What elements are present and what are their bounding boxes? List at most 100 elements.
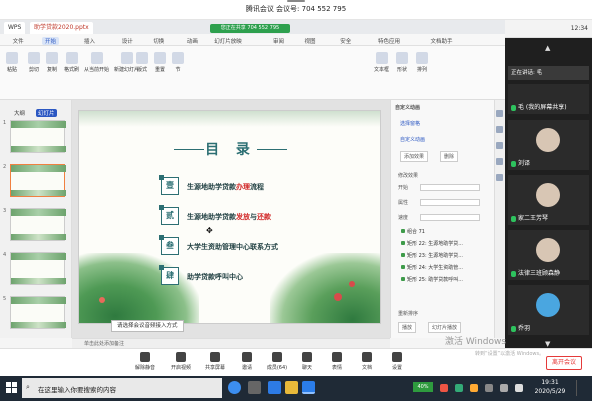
effect-icon xyxy=(401,241,405,245)
tencent-meeting-icon[interactable] xyxy=(302,381,315,394)
toolbar-settings-button[interactable]: 设置 xyxy=(382,352,412,371)
toolbar-camera-button[interactable]: 开启视频 xyxy=(166,352,196,371)
tab-document[interactable]: 助学贷款2020.pptx xyxy=(30,22,93,34)
ribbon-button-3[interactable]: 格式刷 xyxy=(64,52,79,73)
menu-8[interactable]: 视图 xyxy=(305,37,316,45)
animation-entry[interactable]: 矩形 23: 生源地助学贷... xyxy=(401,252,463,259)
collapse-up-icon[interactable]: ▲ xyxy=(545,44,550,52)
ribbon-button-4[interactable]: 从当前开始 xyxy=(84,52,109,73)
participant-tile[interactable]: 乔羽 xyxy=(508,285,589,335)
menu-0[interactable]: 文件 xyxy=(13,37,24,45)
toolbar-document-button[interactable]: 文档 xyxy=(352,352,382,371)
start-select[interactable] xyxy=(420,184,480,191)
participant-name-text: 家二王芳琴 xyxy=(518,215,549,222)
participant-name: 家二王芳琴 xyxy=(511,213,548,222)
remove-effect-button[interactable]: 删除 xyxy=(440,151,459,162)
ribbon-label: 文本框 xyxy=(374,67,390,73)
slide-thumbnail[interactable] xyxy=(10,164,66,197)
tray-app-icon[interactable] xyxy=(455,384,463,392)
network-icon[interactable] xyxy=(485,384,493,392)
ribbon-button-6[interactable]: 版式 xyxy=(136,52,148,73)
ribbon-button-8[interactable]: 节 xyxy=(172,52,184,73)
animation-entry[interactable]: 矩形 25: 助学贷款呼叫... xyxy=(401,276,463,283)
toolbar-invite-button[interactable]: 邀请 xyxy=(232,352,262,371)
participant-tile[interactable]: 毛 (我的屏幕共享) xyxy=(508,84,589,114)
edge-icon[interactable] xyxy=(268,381,281,394)
menu-2[interactable]: 插入 xyxy=(84,37,95,45)
tab-wps-home[interactable]: WPS xyxy=(4,22,26,34)
ribbon-button-10[interactable]: 形状 xyxy=(396,52,408,73)
volume-icon[interactable] xyxy=(500,384,508,392)
slide-thumbnail[interactable] xyxy=(10,120,66,153)
ime-icon[interactable] xyxy=(515,384,523,392)
toolbar-screen-share-button[interactable]: 共享屏幕 xyxy=(200,352,230,371)
play-button[interactable]: 播放 xyxy=(398,322,417,333)
help-icon[interactable] xyxy=(496,174,503,181)
menu-6[interactable]: 幻灯片放映 xyxy=(214,37,242,45)
task-view-icon[interactable] xyxy=(248,381,261,394)
slide-thumbnail[interactable] xyxy=(10,252,66,285)
clock-date: 2020/5/29 xyxy=(534,388,566,395)
taskbar-search[interactable]: ⌕ 在这里输入你要搜索的内容 xyxy=(22,378,222,398)
select-pane-link[interactable]: 选择窗格 xyxy=(400,120,420,127)
menu-9[interactable]: 安全 xyxy=(340,37,351,45)
taskbar-clock[interactable]: 19:31 2020/5/29 xyxy=(532,378,568,396)
notification-icon[interactable] xyxy=(576,380,586,396)
tab-outline[interactable]: 大纲 xyxy=(14,109,25,117)
toc-corner xyxy=(159,175,164,180)
star-icon[interactable] xyxy=(496,126,503,133)
menu-10[interactable]: 特色应用 xyxy=(378,37,400,45)
ribbon-label: 重置 xyxy=(154,67,165,73)
slide-thumbnail[interactable] xyxy=(10,208,66,241)
toc-text-part: 生源地助学贷款 xyxy=(187,213,236,221)
leave-meeting-button[interactable]: 离开会议 xyxy=(546,356,582,370)
battery-indicator[interactable]: 40% xyxy=(413,382,433,392)
file-explorer-icon[interactable] xyxy=(285,381,298,394)
tab-slides[interactable]: 幻灯片 xyxy=(36,109,57,117)
ribbon-label: 复制 xyxy=(46,67,57,73)
animation-entry[interactable]: 矩形 22: 生源地助学贷... xyxy=(401,240,463,247)
participant-tile[interactable]: 家二王芳琴 xyxy=(508,175,589,225)
thumb-number: 4 xyxy=(3,252,7,258)
menu-7[interactable]: 审阅 xyxy=(273,37,284,45)
toolbar-emoji-button[interactable]: 表情 xyxy=(322,352,352,371)
settings-icon[interactable] xyxy=(496,158,503,165)
tray-app-icon[interactable] xyxy=(440,384,448,392)
menu-11[interactable]: 文档助手 xyxy=(431,37,453,45)
speed-select[interactable] xyxy=(420,214,480,221)
slide-thumbnail[interactable] xyxy=(10,296,66,329)
participant-tile[interactable]: 法律三班顾森静 xyxy=(508,230,589,280)
participant-tile[interactable]: 刘译 xyxy=(508,120,589,170)
ribbon-button-1[interactable]: 剪切 xyxy=(28,52,40,73)
ribbon-button-2[interactable]: 复制 xyxy=(46,52,58,73)
property-select[interactable] xyxy=(420,199,480,206)
notes-area[interactable]: 单击此处添加备注 xyxy=(72,338,390,348)
menu-3[interactable]: 设计 xyxy=(122,37,133,45)
tray-app-icon[interactable] xyxy=(470,384,478,392)
toolbar-members-button[interactable]: 成员(64) xyxy=(262,352,292,371)
slide-canvas[interactable]: 目 录 壹生源地助学贷款办理流程贰生源地助学贷款发放与还款叁大学生资助管理中心联… xyxy=(78,110,381,324)
cortana-icon[interactable] xyxy=(228,381,241,394)
ribbon-button-7[interactable]: 重置 xyxy=(154,52,166,73)
toolbar-chat-button[interactable]: 聊天 xyxy=(292,352,322,371)
ribbon-button-9[interactable]: 文本框 xyxy=(374,52,389,73)
avatar xyxy=(536,293,560,317)
animation-entry-label: 矩形 24: 大学生资助管... xyxy=(407,265,463,271)
collapse-down-icon[interactable]: ▼ xyxy=(545,340,550,348)
ribbon-button-0[interactable]: 粘贴 xyxy=(6,52,18,73)
ribbon-button-11[interactable]: 排列 xyxy=(416,52,428,73)
toolbar-label: 设置 xyxy=(391,365,402,371)
menu-1[interactable]: 开始 xyxy=(42,37,60,45)
animation-entry[interactable]: 矩形 24: 大学生资助管... xyxy=(401,264,463,271)
menu-4[interactable]: 切换 xyxy=(153,37,164,45)
shapes-icon[interactable] xyxy=(496,142,503,149)
cursor-tool-icon[interactable] xyxy=(496,110,503,117)
thumb-leaf xyxy=(11,234,66,240)
toolbar-mic-button[interactable]: 解除静音 xyxy=(130,352,160,371)
add-effect-button[interactable]: 添加效果 xyxy=(400,151,429,162)
menu-5[interactable]: 动画 xyxy=(187,37,198,45)
slideshow-button[interactable]: 幻灯片播放 xyxy=(428,322,462,333)
animation-entry[interactable]: 组合 71 xyxy=(401,228,425,235)
drag-handle[interactable] xyxy=(287,0,305,2)
windows-start-icon[interactable] xyxy=(6,382,18,394)
